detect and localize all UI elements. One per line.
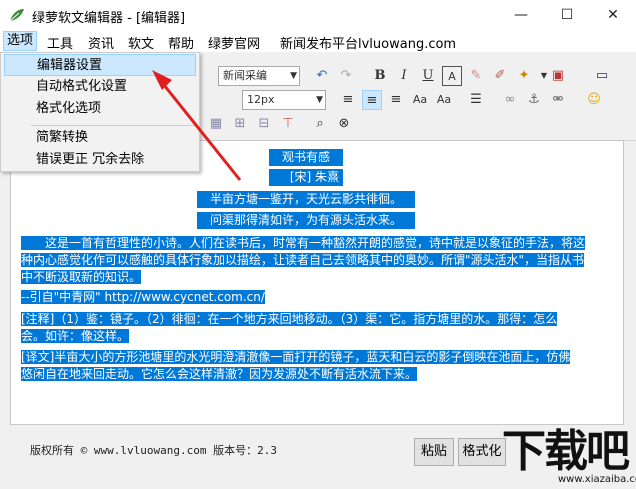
menu-item-error-correction[interactable]: 错误更正 冗余去除 [4,149,196,171]
title-bar: 绿萝软文编辑器 - [编辑器] — ☐ ✕ [0,0,636,30]
align-right-icon[interactable]: ≡ [386,90,406,110]
binoculars-icon[interactable]: ⊗ [334,114,354,134]
delete-column-icon[interactable]: ⊤ [278,114,298,134]
menu-official-site[interactable]: 绿萝官网 [208,33,260,52]
menu-options[interactable]: 选项 [3,31,38,51]
menu-news[interactable]: 资讯 [88,33,114,52]
insert-row-icon[interactable]: ⊞ [230,114,250,134]
magic-wand-icon[interactable]: ✦ [514,66,534,86]
font-increase-icon[interactable]: Aa [410,90,430,110]
menu-bar: 选项 工具 资讯 软文 帮助 绿萝官网 新闻发布平台lvluowang.com [0,30,636,52]
font-size-value: 12px [247,93,275,106]
maximize-button[interactable]: ☐ [544,0,590,30]
chevron-down-icon: ▼ [290,71,297,81]
close-button[interactable]: ✕ [590,0,636,30]
menu-news-platform[interactable]: 新闻发布平台lvluowang.com [280,33,456,52]
list-icon[interactable]: ☰ [466,90,486,110]
menu-item-auto-format-settings[interactable]: 自动格式化设置 [4,76,196,98]
menu-item-simplified-traditional[interactable]: 简繁转换 [4,127,196,149]
eraser-icon[interactable]: ✎ [466,66,486,86]
watermark: 下载吧 www.xiazaiba.com [498,424,636,489]
commentary-paragraph: 这是一首有哲理性的小诗。人们在读书后，时常有一种豁然开朗的感觉，诗中就是以象征的… [21,236,586,284]
find-icon[interactable]: ⌕ [310,114,330,134]
table-icon[interactable]: ▦ [206,114,226,134]
chevron-down-icon: ▼ [316,95,323,105]
monitor-icon[interactable]: ▭ [592,66,612,86]
redo-icon[interactable]: ↷ [336,66,356,86]
notes-paragraph: [注释]（1）鉴：镜子。（2）徘徊：在一个地方来回地移动。（3）渠：它。指方塘里… [21,312,558,343]
bold-button[interactable]: B [370,66,390,86]
format-brush-icon[interactable]: ✐ [490,66,510,86]
poem-line-1: 半亩方塘一鉴开，天光云影共徘徊。 [197,191,415,208]
poem-line-2: 问渠那得清如许，为有源头活水来。 [197,212,415,229]
menu-tools[interactable]: 工具 [47,33,73,52]
undo-icon[interactable]: ↶ [312,66,332,86]
font-name-select[interactable]: 新闻采编 ▼ [218,66,300,86]
menu-help[interactable]: 帮助 [168,33,194,52]
watermark-logo: 下载吧 [502,426,630,477]
emoji-icon[interactable]: ☺ [584,90,604,110]
paste-button[interactable]: 粘贴 [414,438,454,466]
menu-separator [31,125,196,126]
menu-item-editor-settings[interactable]: 编辑器设置 [4,54,196,76]
align-left-icon[interactable]: ≡ [338,90,358,110]
menu-item-format-options[interactable]: 格式化选项 [4,98,196,120]
align-center-icon[interactable]: ≡ [362,90,382,110]
unlink-icon[interactable]: ⚮ [548,90,568,110]
poem-title: 观书有感 [269,149,343,166]
copyright-text: 版权所有 © www.lvluowang.com 版本号：2.3 [30,444,277,457]
text-style-icon[interactable]: A [442,66,462,86]
editor-area[interactable]: 观书有感 [宋] 朱熹 半亩方塘一鉴开，天光云影共徘徊。 问渠那得清如许，为有源… [10,140,624,425]
options-dropdown-menu: 编辑器设置 自动格式化设置 格式化选项 简繁转换 错误更正 冗余去除 [0,52,200,172]
window-title: 绿萝软文编辑器 - [编辑器] [32,11,186,26]
font-decrease-icon[interactable]: Aa [434,90,454,110]
save-icon[interactable]: ▣ [548,66,568,86]
underline-button[interactable]: U [418,66,438,86]
menu-articles[interactable]: 软文 [128,33,154,52]
font-size-select[interactable]: 12px ▼ [242,90,326,110]
italic-button[interactable]: I [394,66,414,86]
translation-paragraph: [译文]半亩大小的方形池塘里的水光明澄清澈像一面打开的镜子，蓝天和白云的影子倒映… [21,350,571,381]
link-icon[interactable]: ∞ [500,90,520,110]
insert-column-icon[interactable]: ⊟ [254,114,274,134]
watermark-url: www.xiazaiba.com [558,474,636,485]
source-line: --引自"中青网" http://www.cycnet.com.cn/ [21,290,265,304]
anchor-icon[interactable]: ⚓ [524,90,544,110]
font-name-value: 新闻采编 [223,69,267,82]
leaf-logo-icon [9,9,24,22]
poem-author: [宋] 朱熹 [269,169,343,186]
minimize-button[interactable]: — [498,0,544,30]
